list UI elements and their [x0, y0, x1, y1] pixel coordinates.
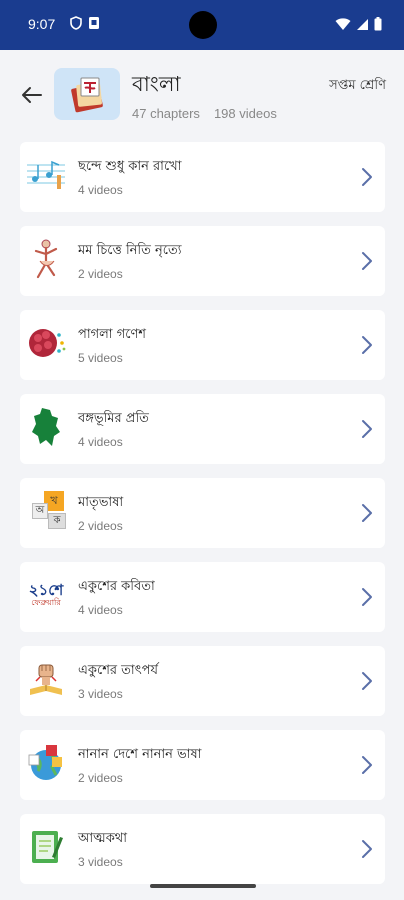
chevron-right-icon: [362, 588, 372, 606]
letter-block: অ: [32, 503, 48, 519]
class-label: সপ্তম শ্রেণি: [329, 78, 386, 93]
status-left-icons: [70, 16, 100, 30]
map-icon: [24, 405, 68, 449]
chapter-video-count: 3 videos: [78, 855, 123, 869]
chapter-video-count: 2 videos: [78, 267, 123, 281]
status-bar: 9:07: [0, 0, 404, 50]
chapter-card[interactable]: পাগলা গণেশ 5 videos: [20, 310, 385, 380]
chapter-title: একুশের কবিতা: [78, 579, 155, 594]
ekushe-text-icon: ২১শে ফেব্রুয়ারি: [24, 573, 68, 617]
signal-icon: [357, 18, 368, 30]
chevron-right-icon: [362, 840, 372, 858]
chapter-card[interactable]: খ অ ক মাতৃভাষা 2 videos: [20, 478, 385, 548]
arrow-left-icon: [22, 87, 42, 103]
chapter-list: ছন্দে শুধু কান রাখো 4 videos মম চিত্তে ন…: [20, 142, 385, 898]
chapter-video-count: 4 videos: [78, 603, 123, 617]
chapter-video-count: 4 videos: [78, 183, 123, 197]
chapter-title: একুশের তাৎপর্য: [78, 663, 158, 678]
chapter-card[interactable]: ছন্দে শুধু কান রাখো 4 videos: [20, 142, 385, 212]
status-time: 9:07: [28, 16, 56, 32]
battery-icon: [374, 17, 382, 31]
chevron-right-icon: [362, 420, 372, 438]
ekushe-top-text: ২১শে: [28, 581, 64, 599]
chapter-video-count: 5 videos: [78, 351, 123, 365]
chevron-right-icon: [362, 756, 372, 774]
wifi-icon: [335, 17, 351, 30]
chapter-title: আত্মকথা: [78, 831, 127, 846]
chapter-title: পাগলা গণেশ: [78, 327, 146, 342]
chapter-card[interactable]: বঙ্গভূমির প্রতি 4 videos: [20, 394, 385, 464]
subject-title: বাংলা: [132, 72, 181, 96]
chapter-video-count: 3 videos: [78, 687, 123, 701]
chapter-video-count: 2 videos: [78, 519, 123, 533]
chapter-title: ছন্দে শুধু কান রাখো: [78, 159, 182, 174]
chapter-title: মাতৃভাষা: [78, 495, 124, 510]
raised-fist-icon: [24, 657, 68, 701]
chapter-card[interactable]: আত্মকথা 3 videos: [20, 814, 385, 884]
letter-block: ক: [48, 513, 66, 529]
chapter-video-count: 2 videos: [78, 771, 123, 785]
chapter-card[interactable]: ২১শে ফেব্রুয়ারি একুশের কবিতা 4 videos: [20, 562, 385, 632]
chevron-right-icon: [362, 252, 372, 270]
chapter-title: মম চিত্তে নিতি নৃত্যে: [78, 243, 182, 258]
back-button[interactable]: [16, 80, 46, 110]
ekushe-bottom-text: ফেব্রুয়ারি: [31, 598, 61, 607]
notebook-icon: [24, 825, 68, 869]
brain-icon: [24, 321, 68, 365]
letter-blocks-icon: খ অ ক: [24, 489, 68, 533]
chapter-title: বঙ্গভূমির প্রতি: [78, 411, 149, 426]
chapter-card[interactable]: নানান দেশে নানান ভাষা 2 videos: [20, 730, 385, 800]
video-count: 198 videos: [213, 106, 277, 121]
chapter-card[interactable]: মম চিত্তে নিতি নৃত্যে 2 videos: [20, 226, 385, 296]
notification-icon: [89, 17, 99, 29]
home-indicator[interactable]: [150, 884, 256, 888]
music-notes-icon: [24, 153, 68, 197]
chapter-video-count: 4 videos: [78, 435, 123, 449]
chevron-right-icon: [362, 504, 372, 522]
dancer-icon: [24, 237, 68, 281]
chevron-right-icon: [362, 336, 372, 354]
globe-languages-icon: [24, 741, 68, 785]
chevron-right-icon: [362, 672, 372, 690]
subject-meta: 47 chapters 198 videos: [132, 106, 277, 121]
shield-icon: [70, 16, 82, 30]
subject-thumbnail: [54, 68, 120, 120]
status-right-icons: [335, 17, 382, 31]
camera-cutout: [189, 11, 217, 39]
books-icon: [71, 77, 103, 113]
chapter-card[interactable]: একুশের তাৎপর্য 3 videos: [20, 646, 385, 716]
chevron-right-icon: [362, 168, 372, 186]
chapter-count: 47 chapters: [132, 106, 200, 121]
chapter-title: নানান দেশে নানান ভাষা: [78, 747, 202, 762]
subject-header: বাংলা 47 chapters 198 videos সপ্তম শ্রেণ…: [0, 50, 404, 140]
